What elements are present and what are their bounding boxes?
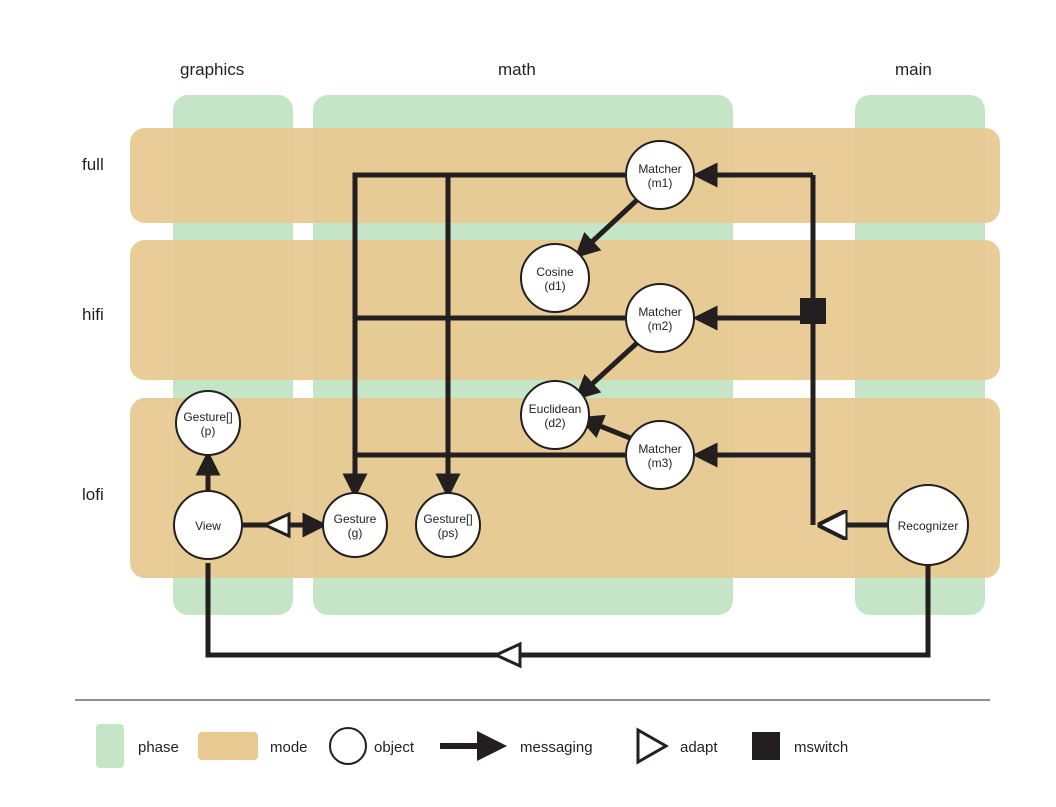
node-view: View <box>174 491 242 559</box>
column-labels: graphics math main <box>180 60 932 79</box>
architecture-diagram: graphics math main full hifi lofi <box>0 0 1056 807</box>
node-matcher-m3: Matcher (m3) <box>626 421 694 489</box>
node-matcher-m1: Matcher (m1) <box>626 141 694 209</box>
svg-text:(d1): (d1) <box>544 279 565 293</box>
svg-text:(m1): (m1) <box>648 176 673 190</box>
legend-mswitch-icon <box>752 732 780 760</box>
svg-text:(d2): (d2) <box>544 416 565 430</box>
legend-object-icon <box>330 728 366 764</box>
legend-object-label: object <box>374 739 415 756</box>
legend-messaging-label: messaging <box>520 739 593 756</box>
adapt-marker-bottom <box>496 644 520 666</box>
legend-phase-label: phase <box>138 739 179 756</box>
mswitch-square <box>800 298 826 324</box>
svg-text:(p): (p) <box>201 424 216 438</box>
svg-text:Gesture: Gesture <box>334 512 377 526</box>
row-labels: full hifi lofi <box>82 155 104 504</box>
svg-text:Matcher: Matcher <box>638 442 681 456</box>
svg-text:Gesture[]: Gesture[] <box>183 410 232 424</box>
legend: phase mode object messaging adapt mswitc… <box>96 724 848 768</box>
legend-mode-label: mode <box>270 739 308 756</box>
node-recognizer: Recognizer <box>888 485 968 565</box>
row-label-lofi: lofi <box>82 485 104 504</box>
node-gesture-ps: Gesture[] (ps) <box>416 493 480 557</box>
node-cosine: Cosine (d1) <box>521 244 589 312</box>
svg-text:(g): (g) <box>348 526 363 540</box>
svg-text:Matcher: Matcher <box>638 162 681 176</box>
node-gesture-p: Gesture[] (p) <box>176 391 240 455</box>
legend-phase-icon <box>96 724 124 768</box>
svg-text:(m3): (m3) <box>648 456 673 470</box>
svg-text:Gesture[]: Gesture[] <box>423 512 472 526</box>
col-label-main: main <box>895 60 932 79</box>
col-label-graphics: graphics <box>180 60 244 79</box>
legend-adapt-icon <box>638 730 666 762</box>
svg-text:Recognizer: Recognizer <box>898 519 959 533</box>
legend-adapt-label: adapt <box>680 739 718 756</box>
node-gesture-g: Gesture (g) <box>323 493 387 557</box>
legend-mswitch-label: mswitch <box>794 739 848 756</box>
svg-text:View: View <box>195 519 221 533</box>
svg-text:(ps): (ps) <box>438 526 459 540</box>
svg-text:(m2): (m2) <box>648 319 673 333</box>
svg-text:Euclidean: Euclidean <box>529 402 582 416</box>
mode-rows <box>130 128 1000 578</box>
svg-text:Cosine: Cosine <box>536 265 574 279</box>
row-label-full: full <box>82 155 104 174</box>
svg-text:Matcher: Matcher <box>638 305 681 319</box>
node-matcher-m2: Matcher (m2) <box>626 284 694 352</box>
legend-mode-icon <box>198 732 258 760</box>
col-label-math: math <box>498 60 536 79</box>
node-euclidean: Euclidean (d2) <box>521 381 589 449</box>
row-label-hifi: hifi <box>82 305 104 324</box>
